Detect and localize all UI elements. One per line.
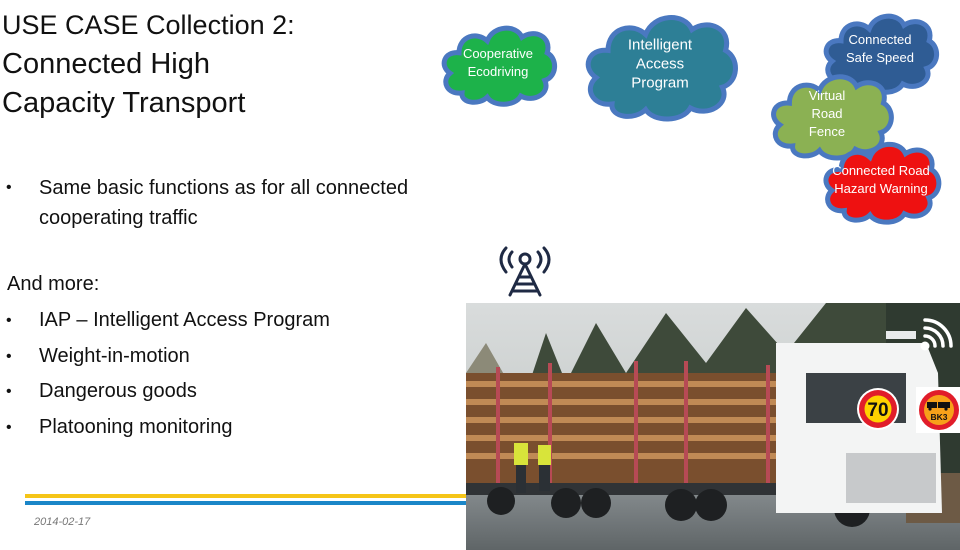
- bk3-sign-panel: BK3: [916, 387, 960, 433]
- cloud-label: Virtual Road Fence: [808, 88, 846, 139]
- title-line-1: USE CASE Collection 2:: [2, 10, 295, 40]
- speed-limit-value: 70: [867, 400, 888, 421]
- wireless-signal-icon: [920, 318, 953, 351]
- cloud-cooperative-ecodriving: Cooperative Ecodriving: [437, 18, 559, 108]
- bullet-text: Platooning monitoring: [39, 415, 233, 438]
- cloud-intelligent-access-program: Intelligent Access Program: [568, 4, 752, 124]
- bullet-text: Weight-in-motion: [39, 344, 190, 367]
- and-more-label: And more:: [7, 273, 100, 295]
- title-line-2: Connected High: [2, 48, 210, 80]
- bk3-label: BK3: [930, 412, 947, 422]
- bullet-glyph: •: [6, 383, 12, 400]
- bullet-list-basic: • Same basic functions as for all connec…: [0, 173, 460, 233]
- cloud-label: Cooperative Ecodriving: [462, 46, 534, 79]
- bullet-text: Dangerous goods: [39, 380, 197, 402]
- bullet-item: • Platooning monitoring: [0, 410, 330, 446]
- title-line-3: Capacity Transport: [2, 87, 246, 119]
- truck-photo: 70 BK3: [466, 303, 960, 550]
- bullet-item: • IAP – Intelligent Access Program: [0, 303, 330, 339]
- bullet-glyph: •: [6, 347, 12, 365]
- speed-limit-sign: 70: [857, 388, 899, 430]
- slide-date: 2014-02-17: [34, 516, 91, 528]
- bullet-list-more: • IAP – Intelligent Access Program • Weigh…: [0, 303, 330, 445]
- cloud-label: Connected Safe Speed: [846, 31, 914, 65]
- bullet-item: • Weight-in-motion: [0, 339, 330, 375]
- bullet-item: • Dangerous goods: [0, 374, 330, 410]
- bullet-glyph: •: [6, 312, 12, 329]
- cloud-label: Connected Road Hazard Warning: [832, 163, 930, 196]
- radio-tower-icon: [499, 246, 551, 297]
- cloud-label: Intelligent Access Program: [627, 36, 693, 92]
- bk3-sign: BK3: [919, 390, 959, 430]
- footer-rule-yellow: [25, 494, 467, 498]
- bullet-text: IAP – Intelligent Access Program: [39, 309, 330, 331]
- footer-rule-blue: [25, 501, 467, 505]
- slide-title: USE CASE Collection 2: Connected High Ca…: [2, 6, 432, 123]
- bullet-item: • Same basic functions as for all connec…: [0, 173, 460, 233]
- bullet-text: Same basic functions as for all connecte…: [39, 177, 409, 229]
- bullet-glyph: •: [6, 179, 12, 196]
- cloud-connected-road-hazard-warning: Connected Road Hazard Warning: [806, 134, 956, 226]
- bullet-glyph: •: [6, 418, 12, 436]
